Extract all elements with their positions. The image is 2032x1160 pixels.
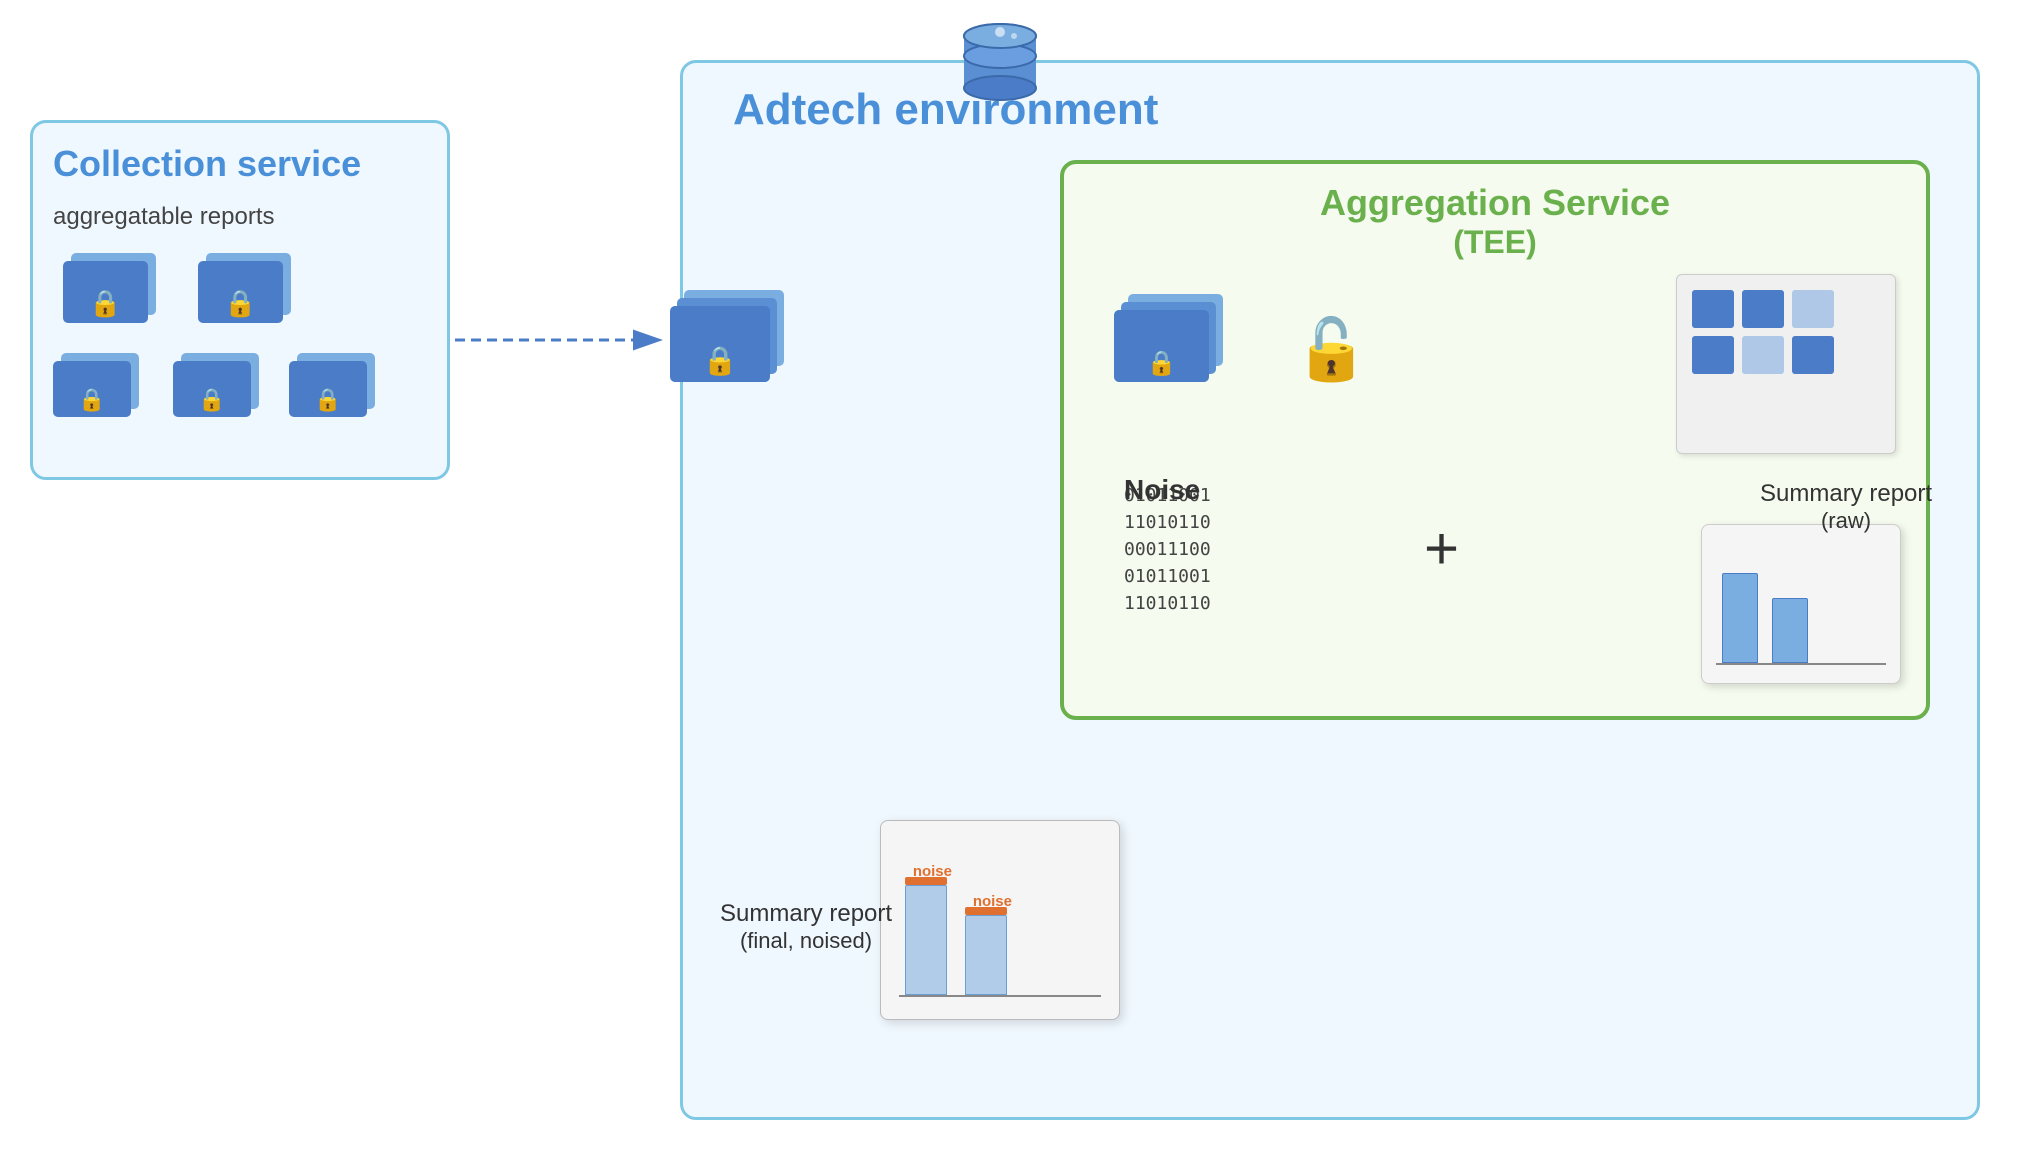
noise-section: Noise 0101100111010110000111000101100111… xyxy=(1124,474,1211,617)
noise-label: Noise xyxy=(1124,474,1200,506)
summary-report-grid-card xyxy=(1676,274,1896,454)
plus-sign: + xyxy=(1424,514,1459,583)
final-summary-report-label: Summary report (final, noised) xyxy=(720,900,892,954)
collection-service-label: Collection service xyxy=(53,143,361,185)
agg-service-sub-label: (TEE) xyxy=(1453,224,1537,260)
summary-report-raw-card xyxy=(1701,524,1901,684)
database-icon xyxy=(960,18,1040,113)
collection-service-sub-label: aggregatable reports xyxy=(53,203,274,231)
summary-report-raw-label: Summary report (raw) xyxy=(1760,480,1932,534)
aggregation-service-box: Aggregation Service (TEE) 🔒 🔓 Noi xyxy=(1060,160,1930,720)
agg-service-label: Aggregation Service xyxy=(1320,182,1670,223)
diagram-container: Adtech environment Collection service ag… xyxy=(0,0,2032,1160)
final-summary-report-card: noise noise xyxy=(880,820,1120,1020)
adtech-env-label: Adtech environment xyxy=(733,85,1158,135)
collection-service-box: Collection service aggregatable reports … xyxy=(30,120,450,480)
unlock-icon: 🔓 xyxy=(1294,314,1369,385)
